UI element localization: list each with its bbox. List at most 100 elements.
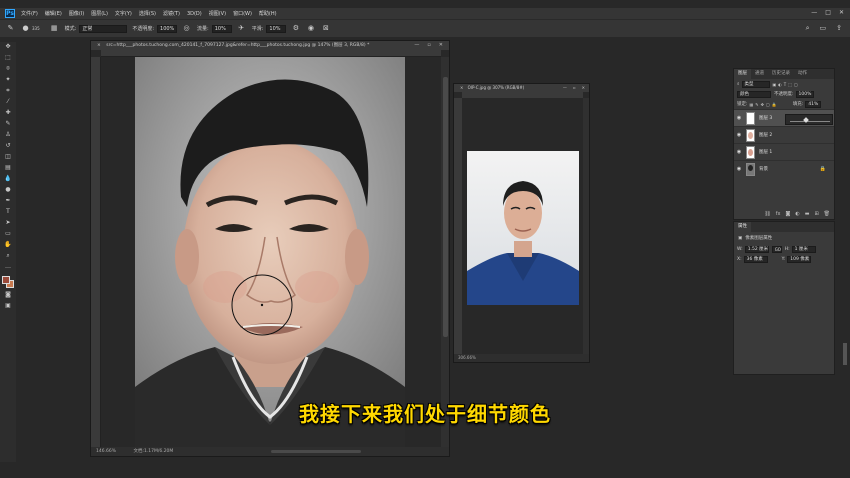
tab-actions[interactable]: 动作 [794,69,811,79]
brush-tool-icon[interactable]: ✎ [3,119,13,129]
workspace-icon[interactable]: ▭ [820,24,827,33]
x-field[interactable]: 36 像素 [743,255,768,263]
minimize-button[interactable]: — [811,9,817,16]
trash-icon[interactable]: 🗑 [824,211,830,217]
menu-window[interactable]: 窗口(W) [233,10,252,17]
vertical-scroll-thumb[interactable] [443,77,448,337]
ref-maximize-button[interactable]: ▫ [573,84,576,92]
hand-tool-icon[interactable]: ✋ [3,240,13,250]
tab-channels[interactable]: 通道 [751,69,768,79]
menu-image[interactable]: 图像(I) [69,10,84,17]
menu-view[interactable]: 视图(V) [209,10,226,17]
lock-icons[interactable]: ▦✎✥▢🔒 [750,102,779,107]
height-field[interactable]: 1 厘米 [791,245,816,253]
symmetry-icon[interactable]: ⊠ [321,24,330,33]
mode-select[interactable]: 正常 [79,24,128,33]
menu-file[interactable]: 文件(F) [21,10,38,17]
brush-panel-icon[interactable]: ▦ [50,24,59,33]
eye-icon[interactable]: ◉ [734,115,744,121]
path-select-icon[interactable]: ➤ [3,218,13,228]
menu-select[interactable]: 选择(S) [139,10,156,17]
panel-collapse-handle[interactable] [843,343,847,365]
close-tab-icon[interactable]: × [460,85,463,90]
flow-field[interactable]: 10% [211,24,232,33]
shape-tool-icon[interactable]: ▭ [3,229,13,239]
new-layer-icon[interactable]: ⊞ [814,211,818,217]
type-tool-icon[interactable]: T [3,207,13,217]
share-icon[interactable]: ⇪ [836,24,842,33]
screen-mode-icon[interactable]: ▣ [3,301,13,311]
ref-minimize-button[interactable]: — [563,84,567,92]
blend-mode-select[interactable]: 颜色 [737,90,771,98]
gear-icon[interactable]: ⚙ [291,24,300,33]
airbrush-icon[interactable]: ✈ [237,24,246,33]
photo-canvas[interactable] [135,57,405,447]
menu-edit[interactable]: 编辑(E) [45,10,62,17]
color-swatches[interactable] [2,276,14,288]
eye-icon[interactable]: ◉ [734,149,744,155]
fill-field[interactable]: 41% [805,100,822,108]
history-brush-icon[interactable]: ↺ [3,141,13,151]
more-tools-icon[interactable]: … [3,262,13,272]
vertical-scrollbar[interactable] [583,98,589,354]
pressure-size-icon[interactable]: ◉ [306,24,315,33]
menu-layer[interactable]: 图层(L) [91,10,108,17]
adjustment-layer-icon[interactable]: ◐ [795,211,799,217]
search-icon[interactable]: ⌕ [806,24,810,33]
eye-icon[interactable]: ◉ [734,166,744,172]
close-button[interactable]: ✕ [839,9,844,16]
menu-type[interactable]: 文字(Y) [115,10,132,17]
eye-icon[interactable]: ◉ [734,132,744,138]
brush-preset-icon[interactable]: ● [21,24,30,33]
reference-canvas[interactable] [467,151,579,305]
pen-tool-icon[interactable]: ✒ [3,196,13,206]
fill-slider-track[interactable] [790,121,830,122]
layer-row[interactable]: ◉ 图层 2 [734,126,834,143]
layer-kind-select[interactable]: 类型 [741,80,770,88]
doc-minimize-button[interactable]: — [414,41,419,50]
smooth-field[interactable]: 10% [266,24,287,33]
ref-close-button[interactable]: ✕ [582,84,585,92]
vertical-scrollbar[interactable] [441,57,449,447]
layer-row[interactable]: ◉ 背景 🔒 [734,160,834,177]
new-group-icon[interactable]: ▬ [805,211,810,217]
menu-filter[interactable]: 滤镜(T) [163,10,180,17]
add-mask-icon[interactable]: ◙ [785,211,790,217]
opacity-field[interactable]: 100% [157,24,178,33]
reference-zoom-level[interactable]: 306.66% [458,355,476,360]
marquee-tool-icon[interactable]: ⬚ [3,53,13,63]
zoom-tool-icon[interactable]: ⌕ [3,251,13,261]
link-layers-icon[interactable]: ⛓ [764,211,770,217]
foreground-color-swatch[interactable] [2,276,10,284]
clone-stamp-icon[interactable]: ♙ [3,130,13,140]
gradient-icon[interactable]: ▤ [3,163,13,173]
y-field[interactable]: 109 像素 [787,255,812,263]
brush-tool-icon[interactable]: ✎ [6,24,15,33]
lasso-tool-icon[interactable]: ⌾ [3,64,13,74]
fill-slider-popup[interactable] [785,114,833,125]
magic-wand-icon[interactable]: ✦ [3,75,13,85]
link-dimensions-button[interactable]: GO [771,245,782,253]
doc-maximize-button[interactable]: ▫ [427,41,430,50]
close-tab-icon[interactable]: × [97,43,101,48]
document-tab[interactable]: × src=http___photos.tuchong.com_420141_f… [91,41,449,50]
menu-3d[interactable]: 3D(D) [187,11,202,17]
move-tool-icon[interactable]: ✥ [3,42,13,52]
crop-tool-icon[interactable]: ⌗ [3,86,13,96]
doc-close-button[interactable]: ✕ [439,41,443,50]
healing-brush-icon[interactable]: ✚ [3,108,13,118]
layer-opacity-field[interactable]: 100% [795,90,814,98]
filter-icons[interactable]: ▣◐T⬚▢ [773,82,800,87]
zoom-level[interactable]: 146.66% [96,449,116,454]
quick-mask-icon[interactable]: ◙ [3,290,13,300]
tab-layers[interactable]: 图层 [734,69,751,79]
tab-properties[interactable]: 属性 [734,222,751,232]
tab-history[interactable]: 历史记录 [768,69,794,79]
maximize-button[interactable]: □ [825,9,831,16]
horizontal-scroll-thumb[interactable] [271,450,361,453]
dodge-icon[interactable]: ● [3,185,13,195]
eraser-icon[interactable]: ◫ [3,152,13,162]
width-field[interactable]: 1.52 厘米 [744,245,769,253]
blur-icon[interactable]: 💧 [3,174,13,184]
menu-help[interactable]: 帮助(H) [259,10,277,17]
